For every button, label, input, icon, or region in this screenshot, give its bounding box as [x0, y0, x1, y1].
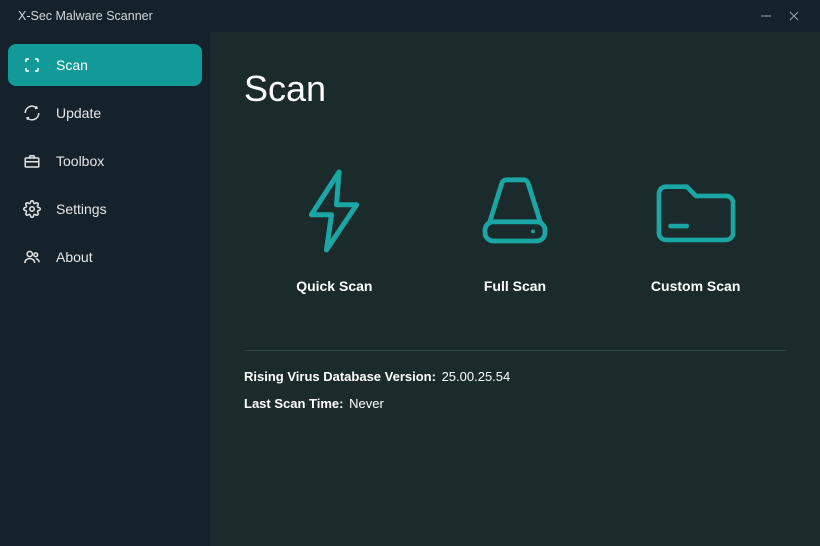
titlebar[interactable]: X-Sec Malware Scanner — [0, 0, 820, 32]
full-scan-option[interactable]: Full Scan — [440, 166, 590, 294]
sidebar-item-label: Toolbox — [56, 153, 104, 169]
minimize-button[interactable] — [752, 4, 780, 28]
scan-option-label: Full Scan — [484, 278, 546, 294]
close-icon — [788, 10, 800, 22]
db-version-row: Rising Virus Database Version: 25.00.25.… — [244, 369, 786, 384]
sidebar-item-about[interactable]: About — [8, 236, 202, 278]
db-version-value: 25.00.25.54 — [442, 369, 511, 384]
sidebar-item-label: Settings — [56, 201, 107, 217]
scan-icon — [22, 55, 42, 75]
scan-option-label: Custom Scan — [651, 278, 740, 294]
sidebar-item-toolbox[interactable]: Toolbox — [8, 140, 202, 182]
sidebar: Scan Update Toolbox — [0, 32, 210, 546]
page-title: Scan — [244, 68, 786, 110]
minimize-icon — [760, 10, 772, 22]
close-button[interactable] — [780, 4, 808, 28]
scan-options-row: Quick Scan Full Scan — [244, 166, 786, 294]
folder-icon — [651, 166, 741, 256]
last-scan-label: Last Scan Time: — [244, 396, 343, 411]
sidebar-item-label: Scan — [56, 57, 88, 73]
people-icon — [22, 247, 42, 267]
drive-icon — [470, 166, 560, 256]
gear-icon — [22, 199, 42, 219]
main-panel: Scan Quick Scan Full Sc — [210, 32, 820, 546]
lightning-icon — [289, 166, 379, 256]
db-version-label: Rising Virus Database Version: — [244, 369, 436, 384]
custom-scan-option[interactable]: Custom Scan — [621, 166, 771, 294]
sidebar-item-label: Update — [56, 105, 101, 121]
toolbox-icon — [22, 151, 42, 171]
last-scan-value: Never — [349, 396, 384, 411]
last-scan-row: Last Scan Time: Never — [244, 396, 786, 411]
scan-option-label: Quick Scan — [296, 278, 372, 294]
sidebar-item-update[interactable]: Update — [8, 92, 202, 134]
sidebar-item-settings[interactable]: Settings — [8, 188, 202, 230]
sidebar-item-label: About — [56, 249, 93, 265]
app-title: X-Sec Malware Scanner — [18, 9, 153, 23]
sidebar-item-scan[interactable]: Scan — [8, 44, 202, 86]
divider — [244, 350, 786, 351]
refresh-icon — [22, 103, 42, 123]
quick-scan-option[interactable]: Quick Scan — [259, 166, 409, 294]
